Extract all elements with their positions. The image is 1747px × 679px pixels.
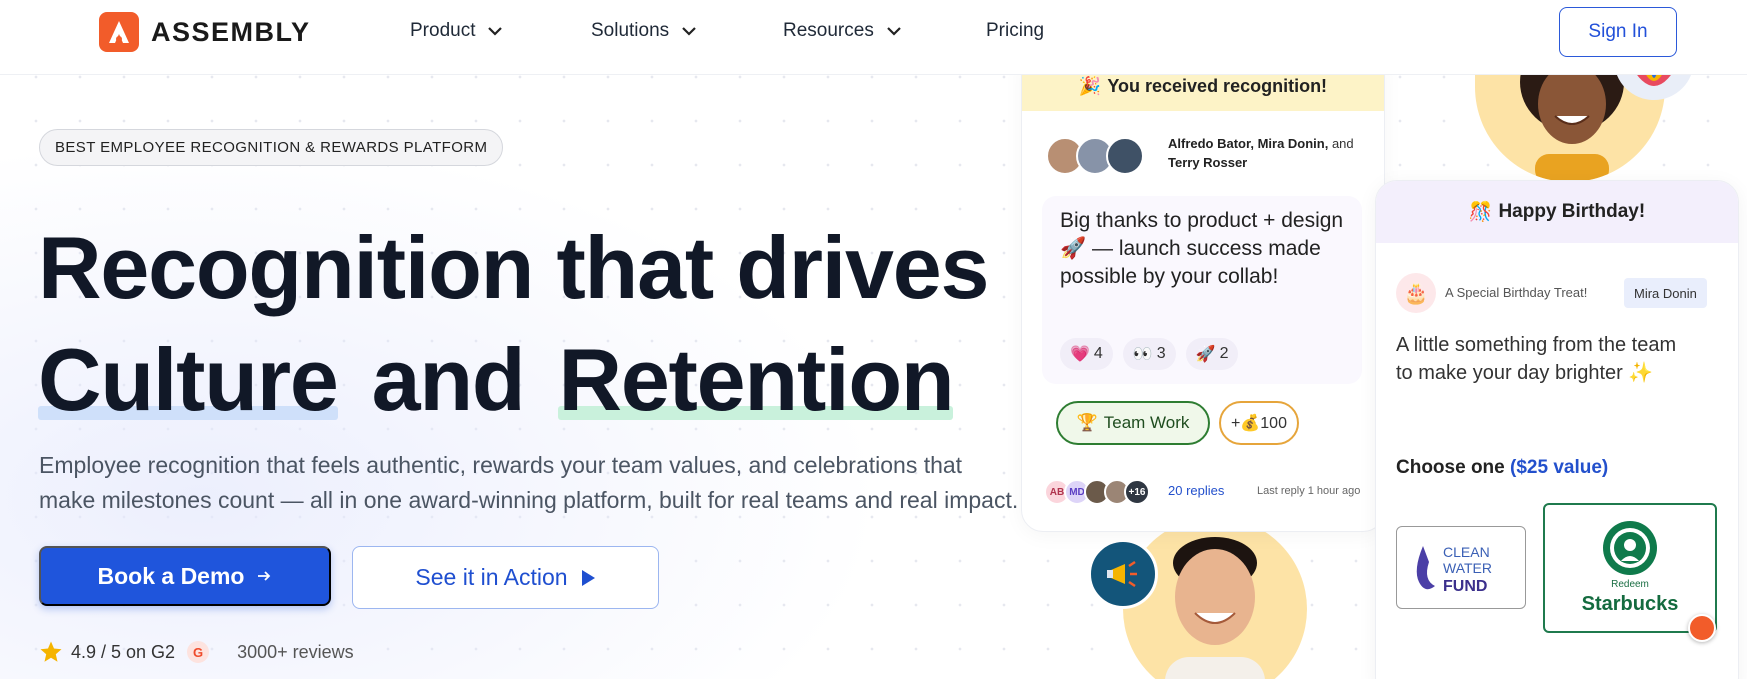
birthday-header-text: Happy Birthday!: [1498, 201, 1646, 222]
title-word-and: and: [371, 330, 526, 429]
choose-value: ($25 value): [1510, 457, 1609, 478]
starbucks-logo-icon: [1603, 521, 1657, 575]
trophy-icon: 🏆: [1076, 413, 1098, 432]
sender-avatars: [1046, 137, 1144, 175]
recognition-message: Big thanks to product + design 🚀 — launc…: [1060, 209, 1344, 288]
reaction-count: 2: [1219, 345, 1229, 362]
book-demo-button[interactable]: Book a Demo: [39, 546, 331, 606]
value-tag-label: Team Work: [1103, 413, 1190, 432]
recognition-header-text: You received recognition!: [1107, 75, 1328, 96]
birthday-message: A little something from the team to make…: [1396, 334, 1677, 384]
assembly-logo-icon: [99, 12, 139, 52]
replies-link[interactable]: 20 replies: [1168, 483, 1224, 498]
book-demo-label: Book a Demo: [97, 562, 245, 589]
top-navigation: ASSEMBLY Product Solutions Resources Pri…: [0, 0, 1747, 75]
see-in-action-label: See it in Action: [415, 564, 568, 590]
sender-names-and: and: [1328, 136, 1354, 151]
reaction-eyes[interactable]: 👀 3: [1122, 338, 1176, 370]
party-popper-icon: 🎉: [1078, 75, 1102, 96]
avatar: [1106, 137, 1144, 175]
nav-item-resources[interactable]: Resources: [783, 20, 904, 42]
recipient-tag: Mira Donin: [1624, 278, 1707, 308]
star-icon: [40, 641, 62, 662]
reaction-heart[interactable]: 💗 4: [1060, 338, 1113, 370]
sender-names: Alfredo Bator, Mira Donin, and Terry Ros…: [1168, 134, 1368, 172]
redeem-label: Redeem: [1611, 579, 1649, 590]
see-in-action-button[interactable]: See it in Action: [352, 546, 659, 609]
logo-wordmark: ASSEMBLY: [151, 16, 311, 47]
fund-line-2: WATER: [1443, 560, 1492, 576]
reaction-count: 4: [1093, 345, 1103, 362]
hero-title-line2: Culture and Retention: [38, 330, 955, 429]
choose-reward-heading: Choose one ($25 value): [1396, 457, 1608, 479]
fund-line-3: FUND: [1443, 578, 1487, 595]
nav-item-product[interactable]: Product: [410, 20, 505, 42]
nav-item-label: Resources: [783, 20, 874, 41]
nav-item-label: Product: [410, 20, 476, 41]
birthday-card-header: 🎊 Happy Birthday!: [1376, 181, 1738, 243]
sender-names-last: Terry Rosser: [1168, 155, 1248, 170]
nav-item-pricing[interactable]: Pricing: [986, 20, 1044, 42]
arrow-right-icon: [258, 571, 271, 581]
sender-names-first: Alfredo Bator, Mira Donin,: [1168, 136, 1329, 151]
rating-score: 4.9 / 5 on G2: [71, 641, 176, 662]
review-count: 3000+ reviews: [237, 641, 354, 662]
sign-in-button[interactable]: Sign In: [1559, 7, 1677, 57]
reward-option-starbucks[interactable]: Redeem Starbucks: [1543, 503, 1717, 633]
birthday-card: 🎊 Happy Birthday! 🎂 A Special Birthday T…: [1375, 180, 1739, 679]
clean-water-fund-logo: CLEAN WATER FUND: [1416, 544, 1492, 595]
reaction-list: 💗 4 👀 3 🚀 2: [1060, 338, 1239, 370]
reaction-rocket[interactable]: 🚀 2: [1185, 338, 1239, 370]
eyes-icon: 👀: [1132, 346, 1153, 363]
highlight-retention: Retention: [558, 330, 955, 429]
cake-icon: 🎂: [1396, 273, 1436, 313]
megaphone-icon: [1088, 539, 1158, 609]
points-tag: +💰100: [1219, 401, 1299, 445]
play-icon: [581, 569, 595, 586]
reaction-count: 3: [1156, 345, 1166, 362]
reward-option-clean-water-fund[interactable]: CLEAN WATER FUND: [1396, 526, 1526, 609]
hero-title-line1: Recognition that drives: [38, 218, 989, 317]
hero-subtitle: Employee recognition that feels authenti…: [39, 452, 1019, 513]
treat-label: A Special Birthday Treat!: [1445, 285, 1588, 300]
nav-item-label: Solutions: [591, 20, 670, 41]
starbucks-label: Starbucks: [1581, 593, 1679, 615]
choose-label: Choose one: [1396, 457, 1505, 478]
g2-rating: 4.9 / 5 on G2 G 3000+ reviews: [39, 640, 354, 664]
nav-item-label: Pricing: [986, 20, 1045, 41]
cursor-pointer-icon: [1688, 614, 1716, 642]
last-reply-time: Last reply 1 hour ago: [1257, 485, 1361, 497]
heart-icon: 💗: [1070, 346, 1090, 363]
rocket-icon: 🚀: [1195, 346, 1216, 363]
award-badge: BEST EMPLOYEE RECOGNITION & REWARDS PLAT…: [39, 129, 504, 166]
fund-line-1: CLEAN: [1443, 544, 1490, 560]
chevron-down-icon: [682, 27, 696, 36]
highlight-culture: Culture: [38, 330, 339, 429]
chevron-down-icon: [488, 27, 503, 36]
recognition-card: 🎉 You received recognition! Alfredo Bato…: [1021, 60, 1385, 532]
avatar-overflow-count: +16: [1124, 479, 1150, 505]
gift-icon: 🎊: [1468, 202, 1493, 223]
assembly-logo[interactable]: ASSEMBLY: [99, 12, 311, 52]
chevron-down-icon: [887, 27, 901, 36]
reply-avatars: AB MD +16: [1044, 479, 1150, 505]
team-work-tag: 🏆 Team Work: [1056, 401, 1210, 445]
nav-item-solutions[interactable]: Solutions: [591, 20, 699, 42]
g2-logo-icon: G: [187, 641, 210, 663]
